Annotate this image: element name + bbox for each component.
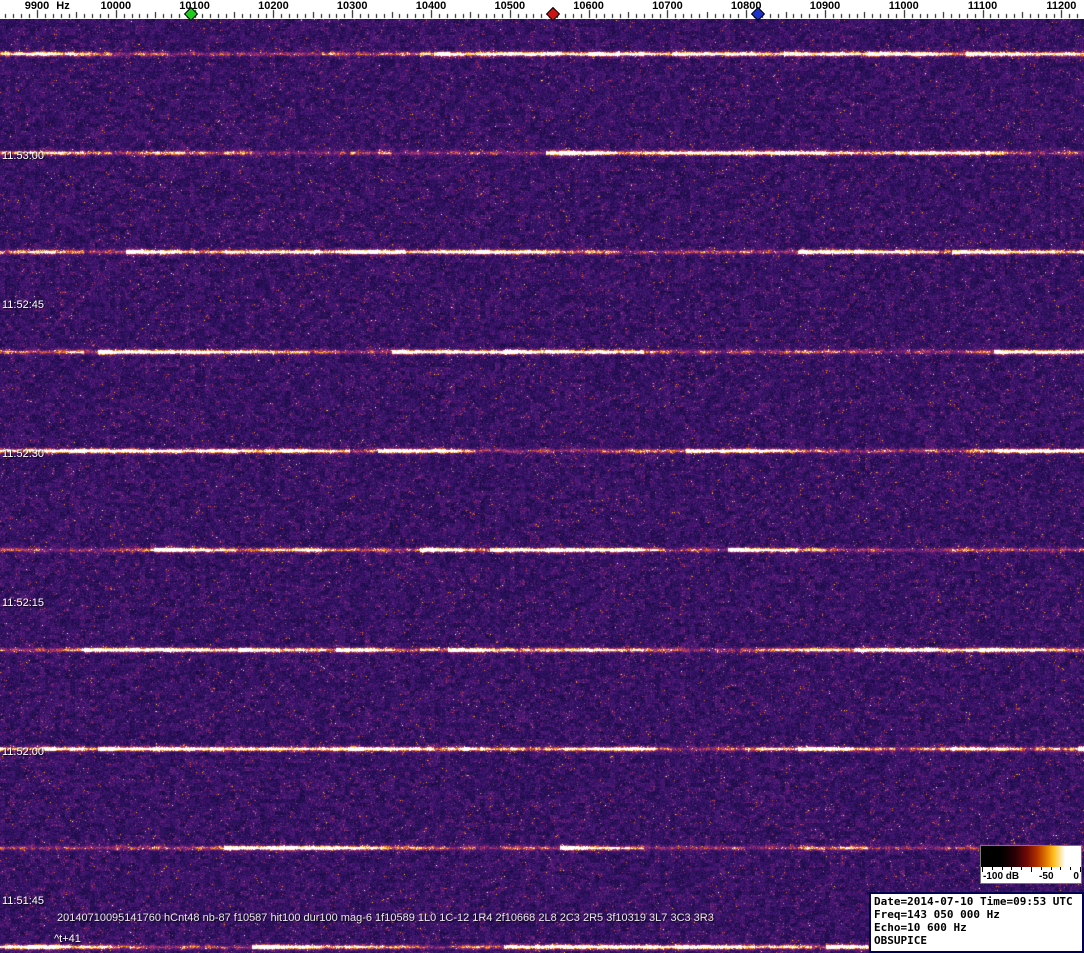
legend-tick	[1051, 867, 1052, 870]
freq-tick-label: 10400	[416, 1, 447, 12]
freq-unit-label: Hz	[56, 1, 69, 12]
db-color-scale: -100 dB -50 0	[980, 845, 1082, 884]
time-label: 11:51:45	[2, 895, 44, 907]
freq-tick-label: 10700	[652, 1, 683, 12]
db-gradient-bar	[980, 845, 1082, 867]
legend-tick	[1041, 867, 1042, 870]
legend-tick	[1011, 867, 1012, 870]
freq-tick-label: 10000	[101, 1, 132, 12]
db-scale-label-strip: -100 dB -50 0	[980, 867, 1082, 884]
legend-tick	[1060, 867, 1061, 870]
freq-tick-label: 10200	[258, 1, 289, 12]
legend-tick	[1021, 867, 1022, 870]
freq-tick-label: 11100	[968, 1, 997, 12]
frequency-ruler[interactable]: 9900 10000 10100 10200 10300 10400 10500 10600 1…	[0, 0, 1084, 19]
freq-tick-label: 10600	[573, 1, 604, 12]
time-label: 11:52:30	[2, 448, 44, 460]
ruler-ticks	[0, 0, 1084, 19]
freq-tick-label: 11200	[1046, 1, 1076, 12]
spectrogram-waterfall[interactable]	[0, 19, 1084, 953]
time-label: 11:53:00	[2, 150, 44, 162]
db-min-label: -100 dB	[983, 871, 1019, 882]
freq-tick-label: 10500	[495, 1, 526, 12]
legend-tick	[1070, 867, 1071, 870]
time-label: 11:52:00	[2, 746, 44, 758]
detection-status-line: 20140710095141760 hCnt48 nb-87 f10587 hi…	[57, 912, 714, 924]
freq-tick-label: 10300	[337, 1, 368, 12]
cursor-readout: ^t+41	[54, 933, 81, 945]
info-line-0: Date=2014-07-10 Time=09:53 UTC	[874, 895, 1079, 908]
meteor-echo-spectrogram-app: 9900 10000 10100 10200 10300 10400 10500 10600 1…	[0, 0, 1084, 953]
freq-tick-label: 10900	[810, 1, 841, 12]
legend-tick	[992, 867, 993, 870]
time-label: 11:52:15	[2, 597, 44, 609]
freq-tick-label: 9900	[25, 1, 49, 12]
db-mid-label: -50	[1039, 871, 1053, 882]
info-line-3: OBSUPICE	[874, 934, 1079, 947]
info-line-1: Freq=143 050 000 Hz	[874, 908, 1079, 921]
info-line-2: Echo=10 600 Hz	[874, 921, 1079, 934]
time-label: 11:52:45	[2, 299, 44, 311]
legend-tick	[1002, 867, 1003, 870]
db-label-row: -100 dB -50 0	[981, 871, 1081, 882]
db-max-label: 0	[1073, 871, 1079, 882]
observation-info-box: Date=2014-07-10 Time=09:53 UTC Freq=143 0…	[869, 892, 1084, 953]
freq-tick-label: 11000	[889, 1, 919, 12]
